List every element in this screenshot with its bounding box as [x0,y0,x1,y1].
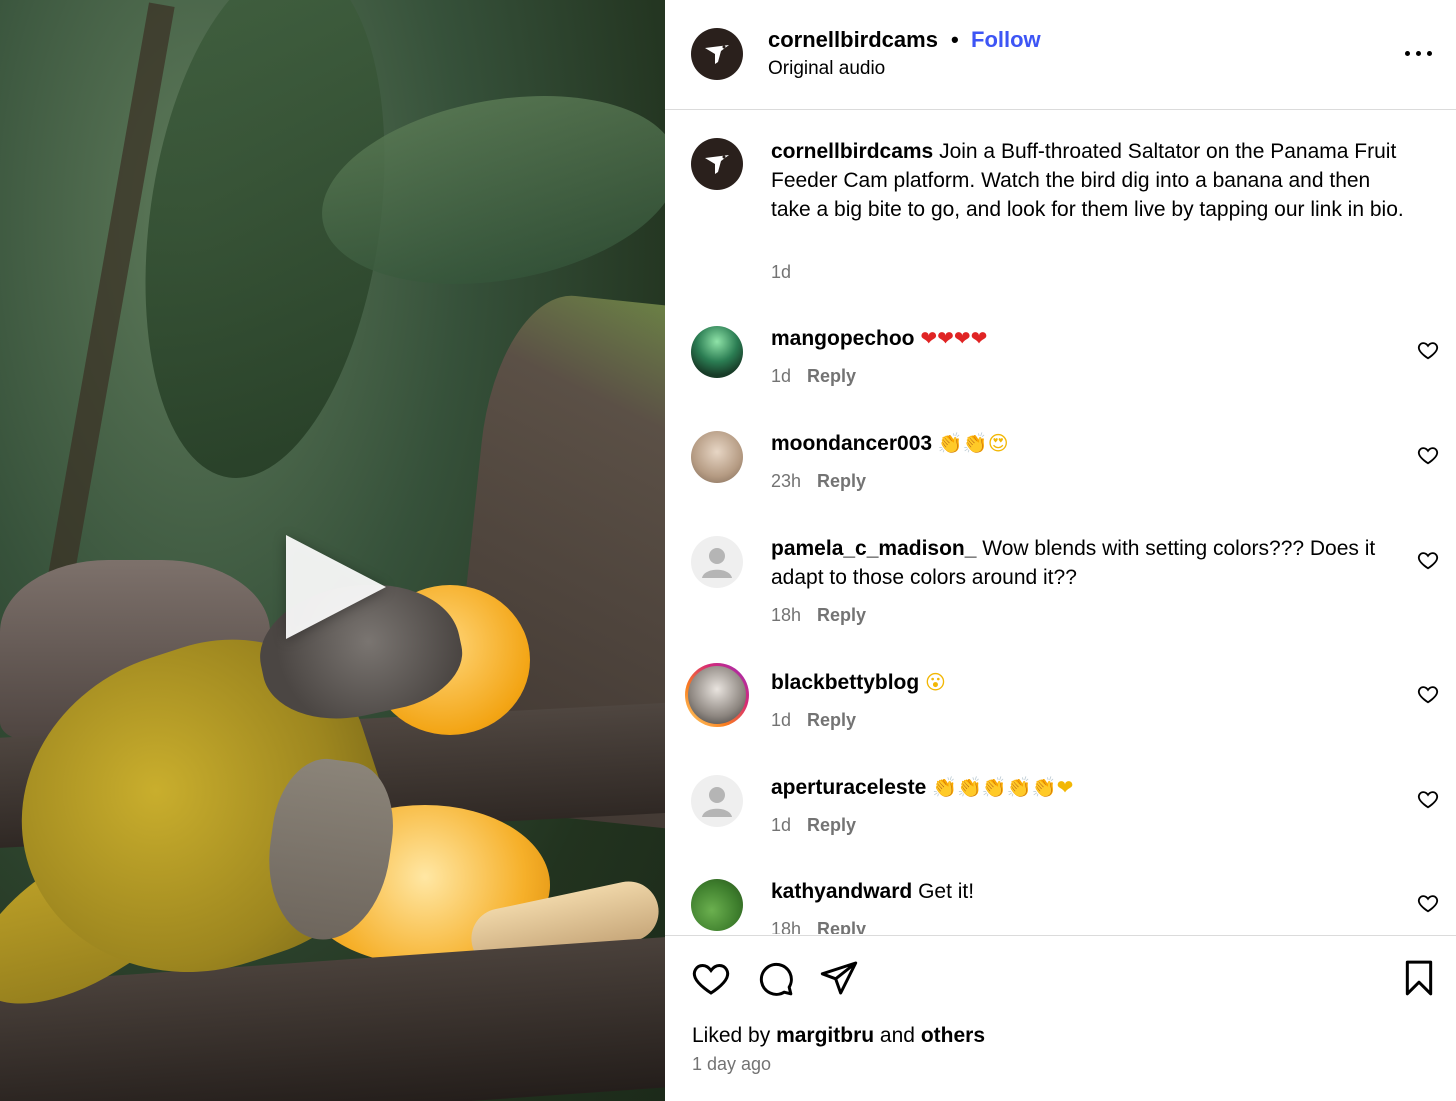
comment-meta: 23h Reply [771,471,866,492]
comment-time[interactable]: 1d [771,815,791,835]
comment-meta: 1d Reply [771,366,856,387]
bookmark-save-icon[interactable] [1399,958,1439,998]
post-video[interactable] [0,0,665,1101]
post-side-panel: cornellbirdcams • Follow Original audio … [665,0,1456,1101]
caption-text: cornellbirdcams Join a Buff-throated Sal… [771,137,1411,224]
comment-username[interactable]: aperturaceleste [771,776,926,799]
like-heart-icon[interactable] [1417,444,1439,466]
avatar[interactable] [691,431,743,483]
avatar[interactable] [691,138,743,190]
reply-button[interactable]: Reply [807,710,856,730]
comment-username[interactable]: mangopechoo [771,327,915,350]
follow-button[interactable]: Follow [971,27,1041,53]
avatar[interactable] [691,879,743,931]
avatar[interactable] [691,28,743,80]
comment-text: pamela_c_madison_ Wow blends with settin… [771,534,1381,592]
avatar[interactable] [691,326,743,378]
like-heart-icon[interactable] [1417,788,1439,810]
comment-emoji: 😮 [925,670,946,694]
comment-time[interactable]: 18h [771,919,801,934]
comment-username[interactable]: moondancer003 [771,432,932,455]
comment-body: Get it! [918,880,975,903]
like-heart-icon[interactable] [1417,339,1439,361]
default-user-icon [702,787,732,817]
comment-text: aperturaceleste 👏👏👏👏👏❤ [771,773,1381,802]
post-header: cornellbirdcams • Follow Original audio [665,0,1456,110]
share-send-icon[interactable] [819,958,859,998]
comment-emoji: 👏👏👏👏👏❤ [932,775,1074,799]
comment-icon[interactable] [755,958,795,998]
comment-text: mangopechoo ❤❤❤❤ [771,324,1381,353]
comment-time[interactable]: 23h [771,471,801,491]
reply-button[interactable]: Reply [817,471,866,491]
post-date[interactable]: 1 day ago [692,1054,771,1075]
comment-meta: 18h Reply [771,919,866,934]
reply-button[interactable]: Reply [817,605,866,625]
default-user-icon [702,548,732,578]
comment-username[interactable]: pamela_c_madison_ [771,537,976,560]
more-horizontal-icon[interactable] [1403,38,1435,68]
reply-button[interactable]: Reply [817,919,866,934]
like-heart-icon[interactable] [1417,683,1439,705]
like-heart-icon[interactable] [691,958,731,998]
post-username[interactable]: cornellbirdcams [768,27,938,53]
comment-text: kathyandward Get it! [771,877,1381,906]
comment-time[interactable]: 18h [771,605,801,625]
separator-dot: • [951,27,959,52]
post-actions: Liked by margitbru and others 1 day ago [665,935,1456,1101]
comment-time[interactable]: 1d [771,710,791,730]
comment-meta: 18h Reply [771,605,866,626]
reply-button[interactable]: Reply [807,815,856,835]
comment-text: moondancer003 👏👏😍 [771,429,1381,458]
liked-by-user[interactable]: margitbru [776,1024,874,1047]
comment-emoji: ❤❤❤❤ [920,326,988,350]
like-heart-icon[interactable] [1417,892,1439,914]
comments-list[interactable]: cornellbirdcams Join a Buff-throated Sal… [665,111,1456,934]
audio-label[interactable]: Original audio [768,58,885,80]
comment-meta: 1d Reply [771,815,856,836]
comment-emoji: 👏👏😍 [937,431,1009,455]
comment-text: blackbettyblog 😮 [771,668,1381,697]
hummingbird-logo-icon [705,155,729,174]
play-icon[interactable] [286,535,386,639]
comment-meta: 1d Reply [771,710,856,731]
reply-button[interactable]: Reply [807,366,856,386]
avatar[interactable] [691,536,743,588]
liked-by-prefix: Liked by [692,1024,771,1047]
comment-username[interactable]: kathyandward [771,880,912,903]
hummingbird-logo-icon [705,45,729,64]
liked-by-and: and [879,1024,915,1047]
caption-timestamp[interactable]: 1d [771,262,791,283]
caption-username[interactable]: cornellbirdcams [771,140,933,163]
liked-by-others[interactable]: others [921,1024,985,1047]
likes-summary: Liked by margitbru and others [692,1024,985,1048]
like-heart-icon[interactable] [1417,549,1439,571]
avatar-story-ring[interactable] [685,663,749,727]
comment-username[interactable]: blackbettyblog [771,671,919,694]
comment-time[interactable]: 1d [771,366,791,386]
avatar[interactable] [691,775,743,827]
